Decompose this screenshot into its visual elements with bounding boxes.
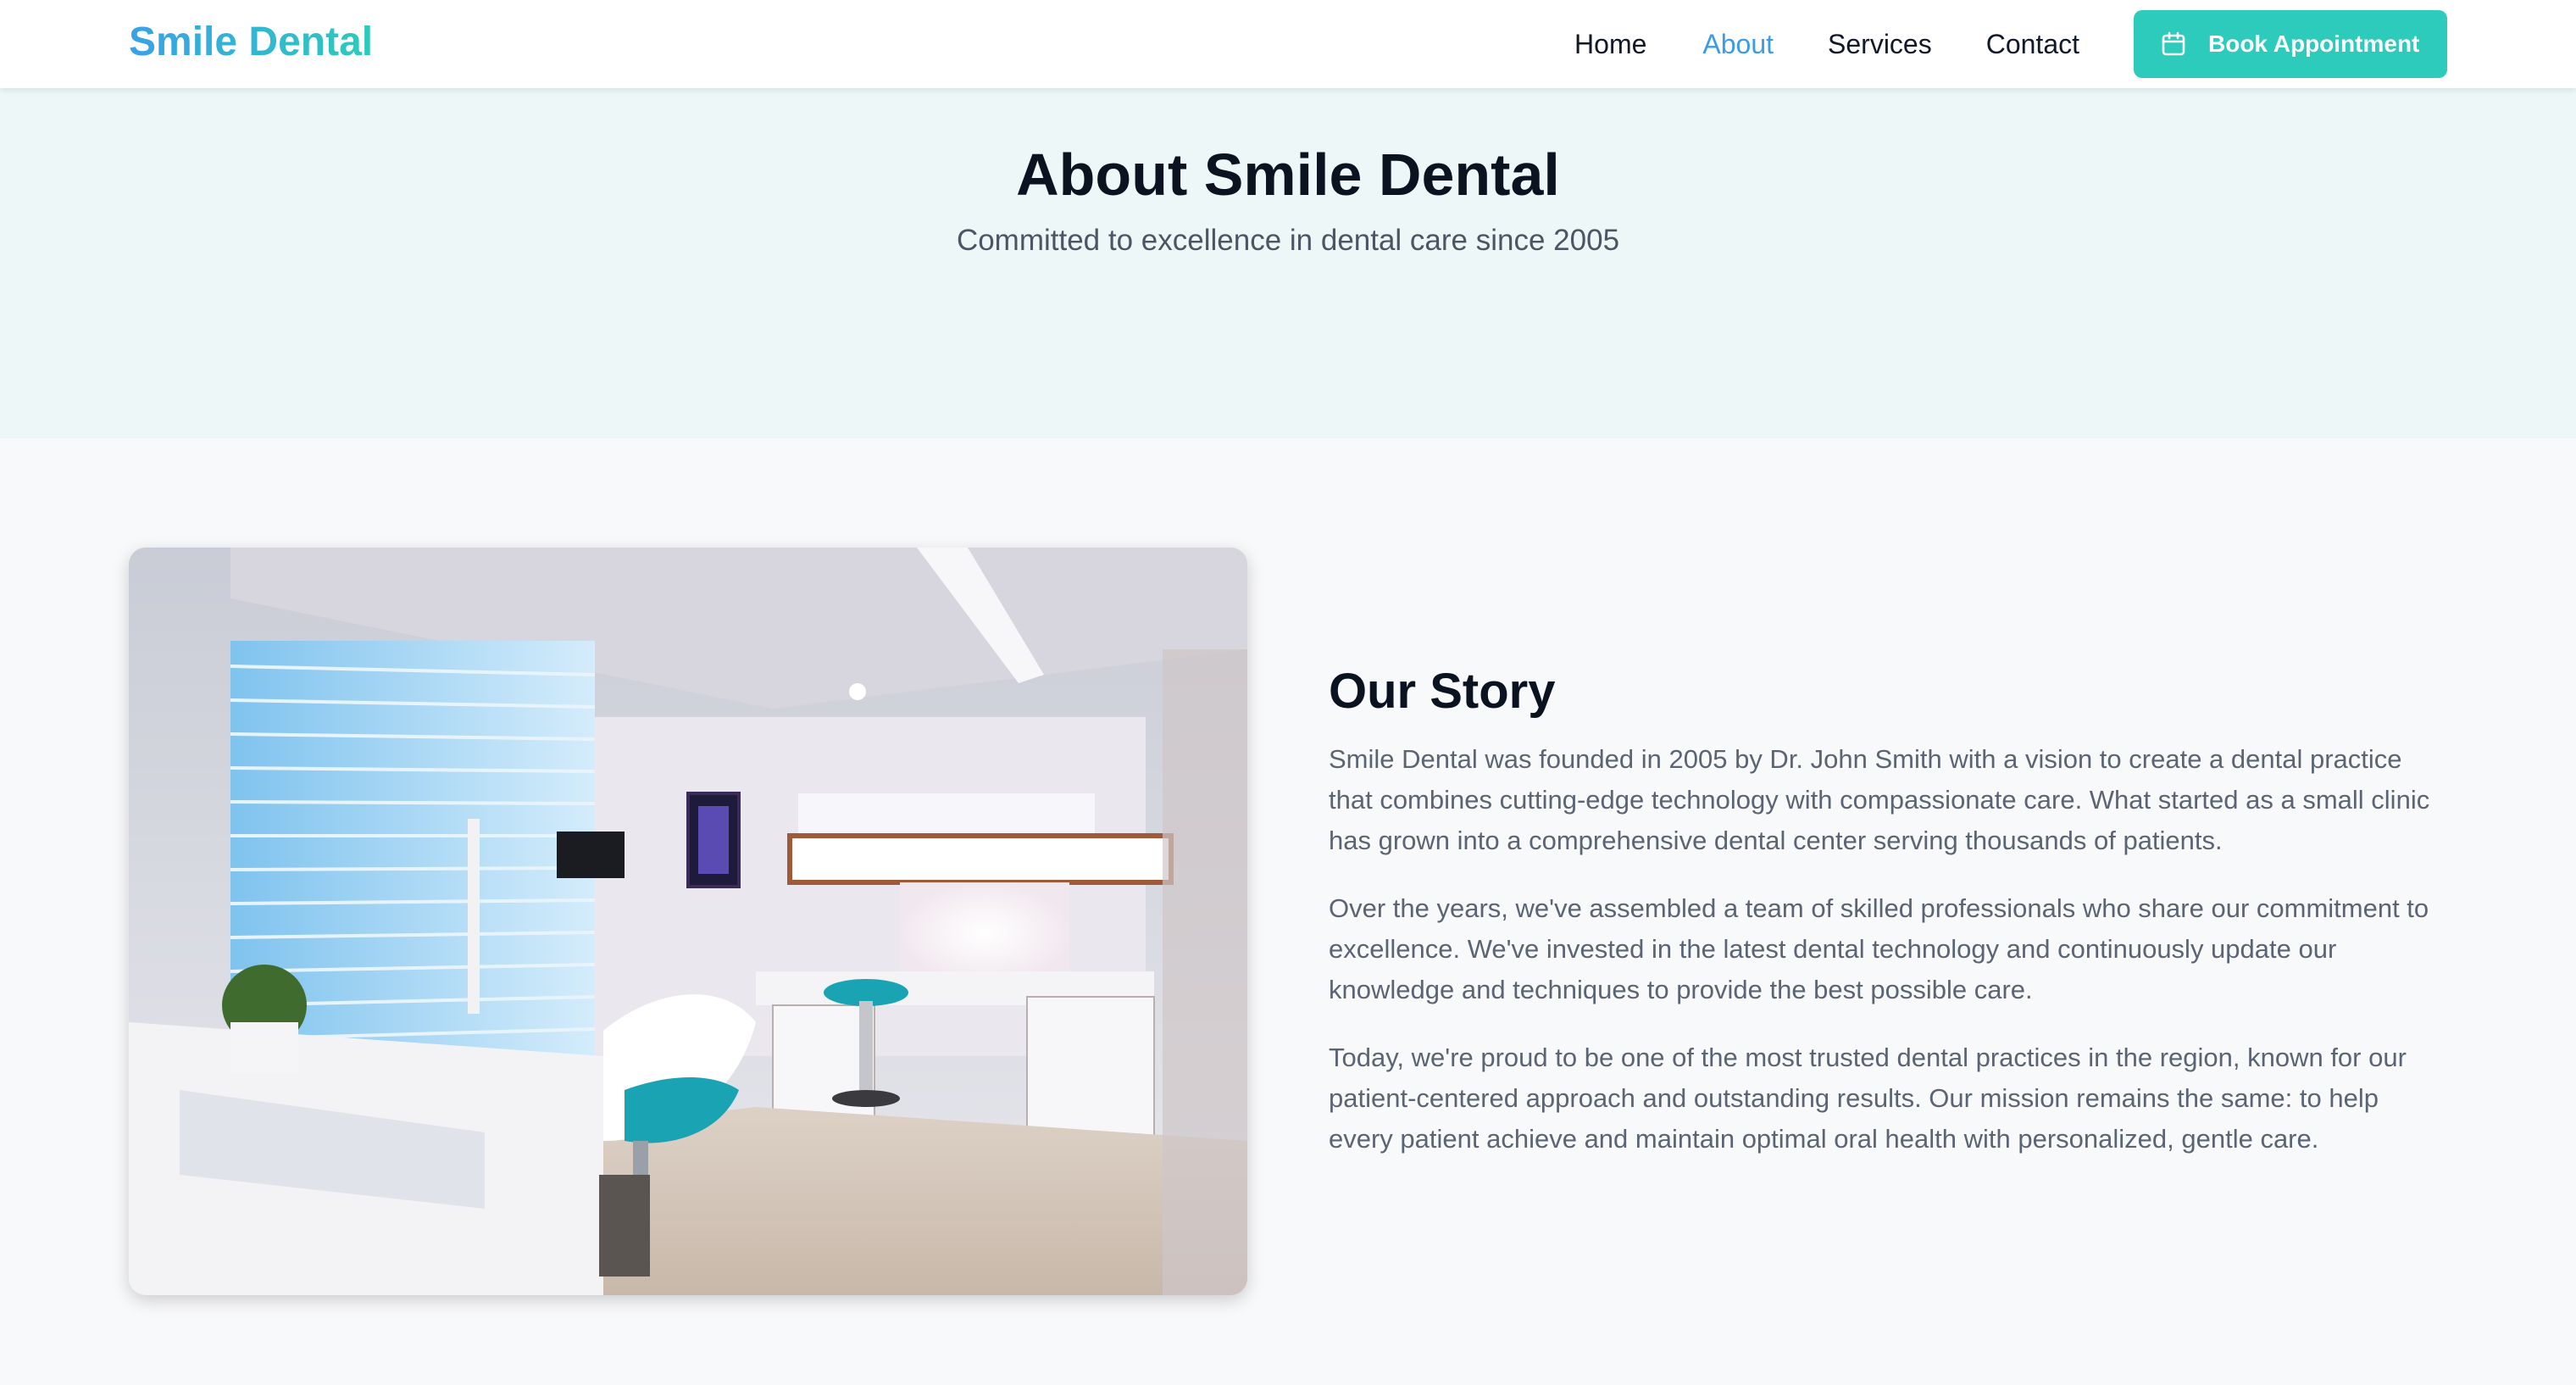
dental-clinic-photo — [129, 548, 1247, 1295]
book-appointment-button[interactable]: Book Appointment — [2134, 10, 2447, 78]
section-title: Our Story — [1329, 664, 1556, 719]
nav-link-about[interactable]: About — [1702, 27, 1774, 61]
main-nav: Home About Services Contact Book Appoint… — [1574, 0, 2576, 88]
calendar-icon — [2161, 31, 2186, 57]
book-appointment-label: Book Appointment — [2208, 31, 2420, 57]
about-hero: About Smile Dental Committed to excellen… — [0, 88, 2576, 438]
story-paragraph-1: Smile Dental was founded in 2005 by Dr. … — [1329, 744, 2430, 855]
story-paragraph-2: Over the years, we've assembled a team o… — [1329, 893, 2429, 1004]
our-story-section: Our Story Smile Dental was founded in 20… — [1329, 661, 2447, 1187]
nav-link-home[interactable]: Home — [1574, 27, 1646, 61]
nav-link-services[interactable]: Services — [1828, 27, 1932, 61]
brand-logo[interactable]: Smile Dental — [129, 17, 373, 68]
navbar: Smile Dental Home About Services Contact… — [0, 0, 2576, 88]
page-subtitle: Committed to excellence in dental care s… — [956, 224, 1620, 257]
page-title: About Smile Dental — [1016, 142, 1560, 208]
story-paragraph-3: Today, we're proud to be one of the most… — [1329, 1043, 2407, 1154]
nav-link-contact[interactable]: Contact — [1986, 27, 2079, 61]
